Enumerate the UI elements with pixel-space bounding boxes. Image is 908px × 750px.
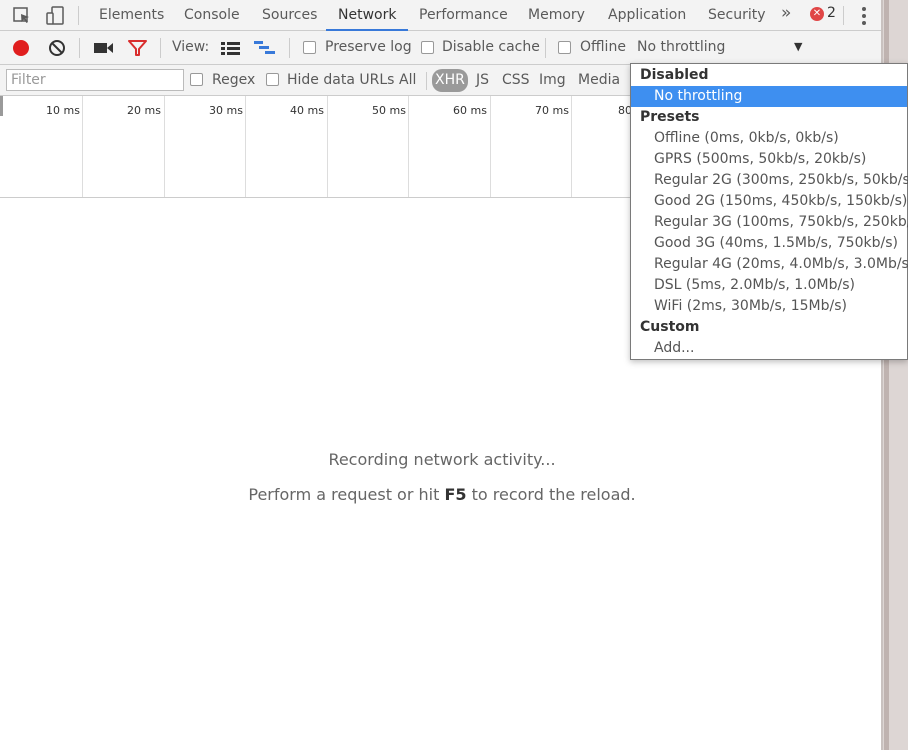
tab-separator [78,6,79,25]
timeline-tick-label: 50 ms [372,104,406,117]
timeline-gridline [82,96,83,197]
timeline-tick-label: 40 ms [290,104,324,117]
tab-application[interactable]: Application [608,0,686,31]
menu-item-preset[interactable]: Regular 3G (100ms, 750kb/s, 250kb/s) [631,212,908,233]
error-count[interactable]: 2 [827,5,836,21]
filter-type-media[interactable]: Media [578,72,620,88]
filter-type-img[interactable]: Img [539,72,566,88]
hide-data-urls-label[interactable]: Hide data URLs [287,72,394,88]
hide-data-urls-checkbox[interactable] [266,73,279,86]
menu-item-preset[interactable]: Offline (0ms, 0kb/s, 0kb/s) [631,128,907,149]
customize-menu-icon[interactable] [860,6,868,26]
toolbar-separator [160,38,161,58]
disable-cache-label[interactable]: Disable cache [442,39,540,55]
error-icon[interactable]: ✕ [810,7,824,21]
devtools-window: Elements Console Sources Network Perform… [0,0,908,750]
more-tabs-chevron-icon[interactable]: » [781,3,791,23]
timeline-gridline [327,96,328,197]
dropdown-caret-icon[interactable]: ▼ [794,40,802,53]
toolbar-separator [545,38,546,58]
offline-label[interactable]: Offline [580,39,626,55]
clear-icon[interactable] [48,39,66,57]
timeline-gridline [408,96,409,197]
device-toolbar-icon[interactable] [44,5,66,27]
regex-checkbox[interactable] [190,73,203,86]
timeline-tick-label: 30 ms [209,104,243,117]
throttling-dropdown-menu: Disabled No throttling Presets Offline (… [630,63,908,360]
reload-hint-prefix: Perform a request or hit [248,485,445,504]
preserve-log-checkbox[interactable] [303,41,316,54]
tab-elements[interactable]: Elements [99,0,164,31]
regex-label[interactable]: Regex [212,72,255,88]
filter-type-css[interactable]: CSS [502,72,530,88]
offline-checkbox[interactable] [558,41,571,54]
filter-type-all[interactable]: All [399,72,416,88]
timeline-tick-label: 70 ms [535,104,569,117]
timeline-tick-label: 60 ms [453,104,487,117]
filter-separator [426,72,427,90]
timeline-gridline [245,96,246,197]
filter-type-js[interactable]: JS [476,72,489,88]
timeline-gridline [571,96,572,197]
view-label: View: [172,39,210,55]
timeline-tick-label: 20 ms [127,104,161,117]
overview-waterfall-icon[interactable] [254,40,276,56]
menu-group-custom: Custom [640,319,700,335]
panel-tab-bar: Elements Console Sources Network Perform… [0,0,882,31]
tab-sources[interactable]: Sources [262,0,317,31]
menu-item-preset[interactable]: WiFi (2ms, 30Mb/s, 15Mb/s) [631,296,907,317]
filter-icon[interactable] [128,39,147,57]
capture-screenshots-icon[interactable] [94,41,114,55]
tab-memory[interactable]: Memory [528,0,585,31]
network-toolbar: View: Preserve log Disable cache Offline… [0,31,882,65]
tab-separator [843,6,844,25]
menu-item-preset[interactable]: Good 3G (40ms, 1.5Mb/s, 750kb/s) [631,233,907,254]
throttling-select[interactable]: No throttling [637,39,725,55]
filter-type-xhr[interactable]: XHR [432,69,468,92]
tab-security[interactable]: Security [708,0,766,31]
disable-cache-checkbox[interactable] [421,41,434,54]
tab-network[interactable]: Network [326,0,409,31]
timeline-gridline [164,96,165,197]
menu-item-preset[interactable]: Regular 2G (300ms, 250kb/s, 50kb/s) [631,170,908,191]
inspect-element-icon[interactable] [11,5,33,27]
reload-hint-key: F5 [444,485,467,504]
toolbar-separator [79,38,80,58]
timeline-window-handle[interactable] [0,96,3,116]
toolbar-separator [289,38,290,58]
reload-hint-suffix: to record the reload. [466,485,636,504]
timeline-tick-label: 80 [618,104,632,117]
reload-hint-text: Perform a request or hit F5 to record th… [0,485,884,504]
large-rows-icon[interactable] [221,41,241,55]
menu-item-no-throttling[interactable]: No throttling [631,86,907,107]
menu-item-preset[interactable]: Good 2G (150ms, 450kb/s, 150kb/s) [631,191,907,212]
recording-status-text: Recording network activity... [328,450,556,469]
menu-group-presets: Presets [640,109,700,125]
filter-input[interactable] [6,69,184,91]
menu-item-preset[interactable]: GPRS (500ms, 50kb/s, 20kb/s) [631,149,907,170]
menu-group-disabled: Disabled [640,67,709,83]
record-button[interactable] [13,40,29,56]
tab-console[interactable]: Console [184,0,240,31]
tab-performance[interactable]: Performance [419,0,508,31]
menu-item-preset[interactable]: DSL (5ms, 2.0Mb/s, 1.0Mb/s) [631,275,907,296]
menu-item-preset[interactable]: Regular 4G (20ms, 4.0Mb/s, 3.0Mb/s) [631,254,908,275]
timeline-gridline [490,96,491,197]
menu-item-add[interactable]: Add... [631,338,907,359]
timeline-tick-label: 10 ms [46,104,80,117]
preserve-log-label[interactable]: Preserve log [325,39,412,55]
